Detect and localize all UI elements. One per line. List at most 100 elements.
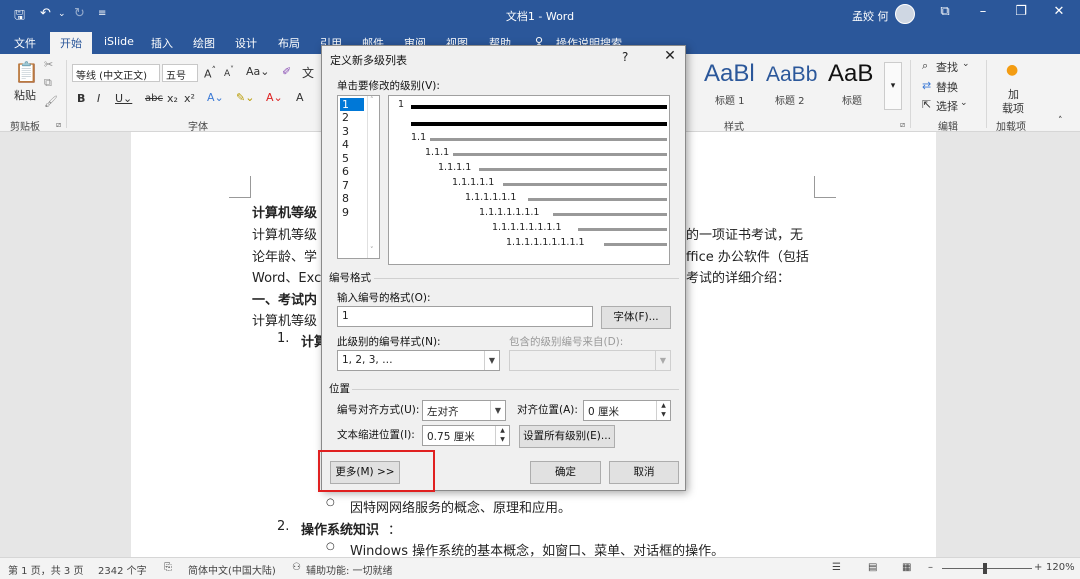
superscript-icon[interactable]: x² [184,92,195,105]
web-layout-icon[interactable]: ▦ [902,562,911,573]
scroll-down-icon[interactable]: ˅ [370,246,374,254]
zoom-slider[interactable] [942,568,1032,569]
alignment-select[interactable]: 左对齐 ▼ [422,400,506,421]
phonetic-icon[interactable]: 文 [302,64,314,81]
doc-paragraph-line[interactable]: 计算机等级 [252,224,317,243]
word-count[interactable]: 2342 个字 [98,562,147,577]
paste-icon[interactable]: 📋 [14,60,39,84]
page-count[interactable]: 第 1 页，共 3 页 [8,562,83,577]
level-item[interactable]: 2 [340,111,364,124]
char-shading-icon[interactable]: A [296,91,304,104]
level-item[interactable]: 9 [340,206,364,219]
restore-icon[interactable]: ❐ [1008,4,1034,19]
doc-paragraph-line[interactable]: 论年龄、学 [252,246,317,265]
text-effect-icon[interactable]: A⌄ [207,91,224,104]
addins-button-line2[interactable]: 载项 [1002,100,1024,116]
style-sample-heading2[interactable]: AaB [828,60,873,88]
tab-home[interactable]: 开始 [50,32,92,54]
tab-design[interactable]: 设计 [235,35,257,51]
level-item[interactable]: 5 [340,152,364,165]
chevron-down-icon[interactable]: ▼ [484,351,499,370]
spin-button[interactable]: ▲ ▼ [656,401,670,420]
cut-icon[interactable]: ✂ [44,58,53,71]
addins-icon[interactable]: ● [1006,62,1018,78]
clear-format-icon[interactable]: ✐ [282,65,291,78]
doc-paragraph-fragment[interactable]: 考试的详细介绍： [686,267,790,286]
close-window-icon[interactable]: ✕ [1046,4,1072,19]
styles-gallery-more[interactable]: ▾ [884,62,902,110]
print-layout-icon[interactable]: ▤ [868,562,877,573]
subscript-icon[interactable]: x₂ [167,92,178,105]
doc-paragraph-line[interactable]: 计算机等级 [252,310,317,329]
find-button[interactable]: 查找 [936,59,958,75]
proofing-icon[interactable]: ⎘ [164,562,172,573]
style-sample-normal[interactable]: AaBl [704,60,755,88]
tab-layout[interactable]: 布局 [278,35,300,51]
zoom-in-icon[interactable]: + [1034,562,1042,573]
ribbon-display-icon[interactable]: ⧉ [932,4,958,19]
select-icon[interactable]: ⇱ [922,98,931,111]
level-item[interactable]: 3 [340,125,364,138]
accessibility-icon[interactable]: ⚇ [292,562,301,573]
format-painter-icon[interactable]: 🖌 [44,95,58,108]
styles-launcher-icon[interactable]: ⧄ [900,120,905,130]
align-at-input[interactable]: 0 厘米 ▲ ▼ [583,400,671,421]
language-status[interactable]: 简体中文(中国大陆) [188,562,276,577]
doc-section-heading[interactable]: 一、考试内 [252,289,317,308]
level-list[interactable]: 1 2 3 4 5 6 7 8 9 ˄ ˅ [337,95,380,259]
bold-icon[interactable]: B [77,92,85,105]
user-name[interactable]: 孟姣 何 [852,8,889,24]
font-color-icon[interactable]: A⌄ [266,91,283,104]
level-item[interactable]: 1 [340,98,364,111]
style-sample-heading1[interactable]: AaBb [766,63,817,87]
include-level-select[interactable]: ▼ [509,350,671,371]
indent-input[interactable]: 0.75 厘米 ▲ ▼ [422,425,510,446]
avatar[interactable] [895,4,915,24]
replace-icon[interactable]: ⇄ [922,79,931,92]
zoom-out-icon[interactable]: – [928,562,933,573]
doc-heading[interactable]: 计算机等级 [252,202,317,221]
tab-draw[interactable]: 绘图 [193,35,215,51]
minimize-icon[interactable]: – [970,4,996,19]
tab-islide[interactable]: iSlide [104,35,134,48]
underline-icon[interactable]: U⌄ [115,92,132,105]
find-icon[interactable]: ⌕ [922,59,928,73]
tab-file[interactable]: 文件 [14,35,36,51]
chevron-down-icon[interactable]: ▼ [490,401,505,420]
scroll-up-icon[interactable]: ˄ [370,96,374,104]
set-all-levels-button[interactable]: 设置所有级别(E)... [519,425,615,448]
collapse-ribbon-icon[interactable]: ˄ [1058,116,1063,126]
level-item[interactable]: 7 [340,179,364,192]
spin-button[interactable]: ▲ ▼ [495,426,509,445]
bullet-item-text[interactable]: 因特网网络服务的概念、原理和应用。 [350,497,571,516]
level-list-scrollbar[interactable]: ˄ ˅ [367,96,379,258]
highlight-icon[interactable]: ✎⌄ [236,91,254,104]
list-item-text[interactable]: 操作系统知识 [301,519,379,538]
level-item[interactable]: 4 [340,138,364,151]
shrink-font-icon[interactable]: A˅ [224,65,234,79]
font-name-combo[interactable]: 等线 (中文正文) [72,64,160,82]
number-format-input[interactable]: 1 [337,306,593,327]
doc-paragraph-fragment[interactable]: 的一项证书考试，无 [686,224,803,243]
chevron-down-icon[interactable]: ⌄ [960,98,968,108]
paste-button[interactable]: 粘贴 [14,87,36,103]
number-style-select[interactable]: 1, 2, 3, … ▼ [337,350,500,371]
close-icon[interactable]: ✕ [660,48,680,64]
help-icon[interactable]: ? [622,50,628,64]
strikethrough-icon[interactable]: abc [145,93,163,104]
ok-button[interactable]: 确定 [530,461,601,484]
doc-paragraph-fragment[interactable]: ffice 办公软件（包括 [686,246,809,265]
select-button[interactable]: 选择 [936,98,958,114]
change-case-icon[interactable]: Aa⌄ [246,65,269,78]
font-button[interactable]: 字体(F)... [601,306,671,329]
zoom-level[interactable]: 120% [1046,562,1075,573]
replace-button[interactable]: 替换 [936,79,958,95]
accessibility-status[interactable]: 辅助功能: 一切就绪 [306,562,393,577]
tab-insert[interactable]: 插入 [151,35,173,51]
font-size-combo[interactable]: 五号 [162,64,198,82]
chevron-down-icon[interactable]: ⌄ [962,59,970,69]
focus-mode-icon[interactable]: ☰ [832,562,841,573]
doc-paragraph-line[interactable]: Word、Exc [252,267,321,286]
grow-font-icon[interactable]: A˄ [204,65,216,81]
italic-icon[interactable]: I [97,92,100,105]
